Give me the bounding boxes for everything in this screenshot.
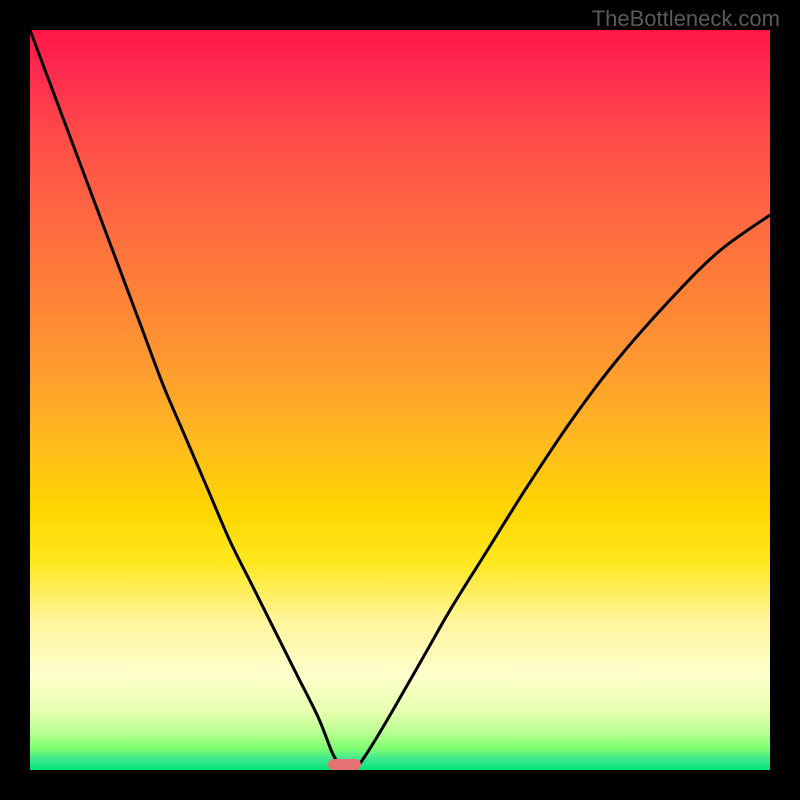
- left-curve-path: [30, 30, 345, 770]
- bottleneck-marker: [328, 759, 361, 770]
- chart-area: [30, 30, 770, 770]
- curve-plot: [30, 30, 770, 770]
- watermark-text: TheBottleneck.com: [592, 6, 780, 32]
- right-curve-path: [356, 215, 770, 770]
